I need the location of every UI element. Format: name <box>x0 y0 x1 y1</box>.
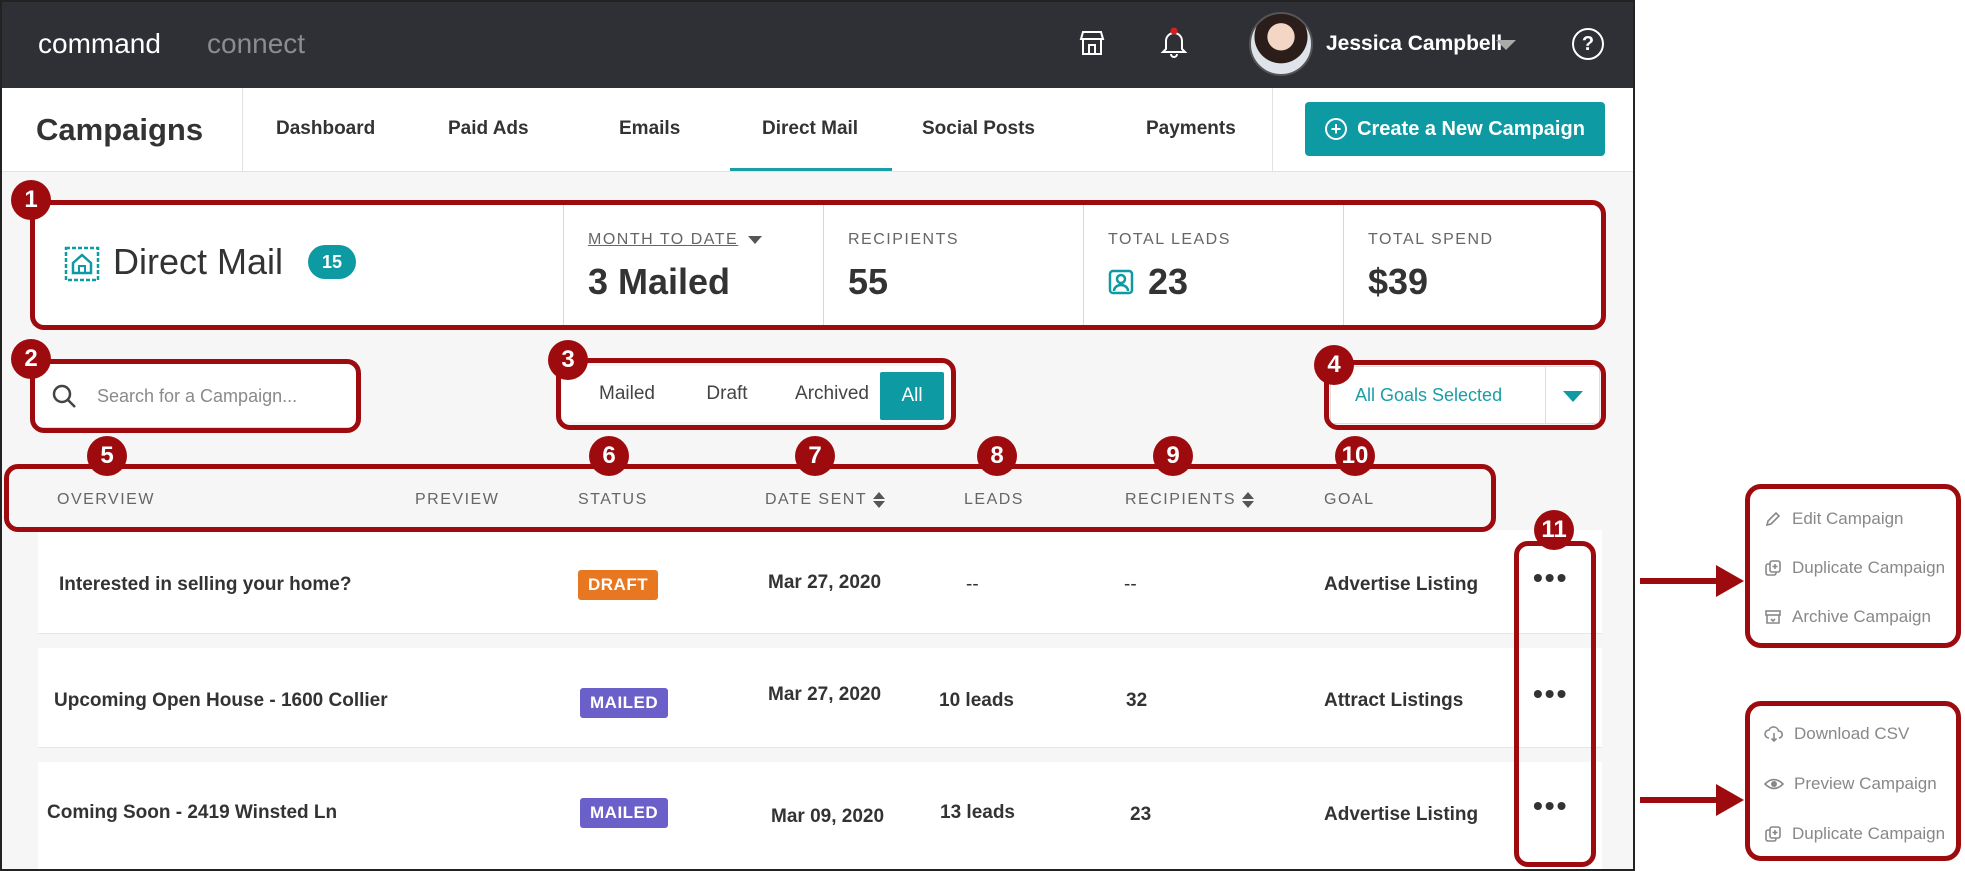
highlight-more <box>1514 541 1596 867</box>
annotation-10: 10 <box>1335 436 1375 476</box>
menu-item-label: Duplicate Campaign <box>1792 558 1946 577</box>
table-row[interactable]: Interested in selling your home? DRAFT M… <box>38 530 1602 634</box>
row-leads: -- <box>966 574 979 595</box>
chevron-down-icon[interactable] <box>1496 40 1516 50</box>
create-campaign-label: Create a New Campaign <box>1357 117 1585 140</box>
row-overview[interactable]: Coming Soon - 2419 Winsted Ln <box>47 802 337 824</box>
row-recipients: 32 <box>1126 690 1148 711</box>
menu-item-download-csv[interactable]: Download CSV <box>1764 724 1909 744</box>
row-date: Mar 27, 2020 <box>768 684 882 705</box>
help-icon[interactable]: ? <box>1572 28 1604 60</box>
annotation-6: 6 <box>589 436 629 476</box>
menu-item-label: Edit Campaign <box>1792 509 1904 528</box>
arrow-right-icon <box>1716 784 1744 816</box>
table-row[interactable]: Upcoming Open House - 1600 Collier MAILE… <box>38 648 1602 748</box>
menu-item-label: Duplicate Campaign <box>1792 824 1946 843</box>
nav-bar: Campaigns Dashboard Paid Ads Emails Dire… <box>2 88 1633 172</box>
annotation-11: 11 <box>1534 510 1574 550</box>
page-title: Campaigns <box>36 112 204 147</box>
highlight-search <box>30 359 361 433</box>
menu-item-duplicate[interactable]: Duplicate Campaign <box>1764 824 1945 844</box>
row-goal: Attract Listings <box>1324 690 1464 711</box>
arrow-right-icon <box>1716 565 1744 597</box>
row-goal: Advertise Listing <box>1324 804 1479 825</box>
annotation-8: 8 <box>977 436 1017 476</box>
annotation-5: 5 <box>87 436 127 476</box>
tab-direct-mail[interactable]: Direct Mail <box>762 118 858 140</box>
brand-connect[interactable]: connect <box>207 28 305 60</box>
highlight-goals <box>1324 360 1606 430</box>
avatar[interactable] <box>1249 12 1313 76</box>
row-leads[interactable]: 10 leads <box>939 690 1014 712</box>
annotation-2: 2 <box>11 339 51 379</box>
tab-dashboard[interactable]: Dashboard <box>276 118 375 140</box>
arrow-shaft <box>1640 578 1720 584</box>
row-date: Mar 27, 2020 <box>768 572 882 593</box>
annotation-7: 7 <box>795 436 835 476</box>
menu-item-edit[interactable]: Edit Campaign <box>1764 509 1904 529</box>
menu-item-label: Preview Campaign <box>1794 774 1937 793</box>
top-bar: command connect Jessica Campbell ? <box>2 2 1633 88</box>
highlight-filters <box>556 358 956 430</box>
menu-item-label: Download CSV <box>1794 724 1910 743</box>
status-badge: MAILED <box>580 798 669 828</box>
nav-divider <box>1272 88 1273 172</box>
status-badge: DRAFT <box>578 570 659 600</box>
tab-social-posts[interactable]: Social Posts <box>922 118 1035 140</box>
status-badge: MAILED <box>580 688 669 718</box>
app-window: command connect Jessica Campbell ? Campa… <box>0 0 1635 871</box>
row-goal: Advertise Listing <box>1324 574 1479 595</box>
brand-command[interactable]: command <box>38 28 161 60</box>
annotation-4: 4 <box>1314 345 1354 385</box>
table-row[interactable]: Coming Soon - 2419 Winsted Ln MAILED Mar… <box>38 762 1602 869</box>
bell-icon[interactable] <box>1157 26 1191 60</box>
row-overview[interactable]: Interested in selling your home? <box>59 574 351 596</box>
eye-icon <box>1764 778 1784 790</box>
row-recipients: -- <box>1124 574 1137 595</box>
annotation-9: 9 <box>1153 436 1193 476</box>
tab-payments[interactable]: Payments <box>1146 118 1236 140</box>
user-name[interactable]: Jessica Campbell <box>1326 32 1502 56</box>
nav-divider <box>242 88 243 172</box>
row-leads[interactable]: 13 leads <box>940 802 1015 824</box>
annotation-1: 1 <box>11 180 51 220</box>
arrow-shaft <box>1640 797 1720 803</box>
menu-item-duplicate[interactable]: Duplicate Campaign <box>1764 558 1945 578</box>
draft-actions-menu: Edit Campaign Duplicate Campaign Archive… <box>1745 484 1961 648</box>
menu-item-label: Archive Campaign <box>1792 607 1931 626</box>
row-overview[interactable]: Upcoming Open House - 1600 Collier <box>54 690 388 712</box>
store-icon[interactable] <box>1075 26 1109 60</box>
row-recipients: 23 <box>1130 804 1152 825</box>
highlight-headers <box>4 464 1496 532</box>
mailed-actions-menu: Download CSV Preview Campaign Duplicate … <box>1745 701 1961 861</box>
menu-item-archive[interactable]: Archive Campaign <box>1764 607 1931 627</box>
create-campaign-button[interactable]: + Create a New Campaign <box>1305 102 1605 156</box>
pencil-icon <box>1765 511 1781 527</box>
annotation-3: 3 <box>548 340 588 380</box>
cloud-download-icon <box>1764 726 1784 743</box>
tab-emails[interactable]: Emails <box>619 118 680 140</box>
menu-item-preview[interactable]: Preview Campaign <box>1764 774 1937 794</box>
highlight-summary <box>30 200 1606 330</box>
row-date: Mar 09, 2020 <box>771 806 885 827</box>
duplicate-icon <box>1765 560 1781 576</box>
plus-circle-icon: + <box>1325 118 1348 140</box>
active-tab-indicator <box>730 168 892 171</box>
duplicate-icon <box>1765 826 1781 842</box>
tab-paid-ads[interactable]: Paid Ads <box>448 118 529 140</box>
archive-icon <box>1765 610 1781 624</box>
